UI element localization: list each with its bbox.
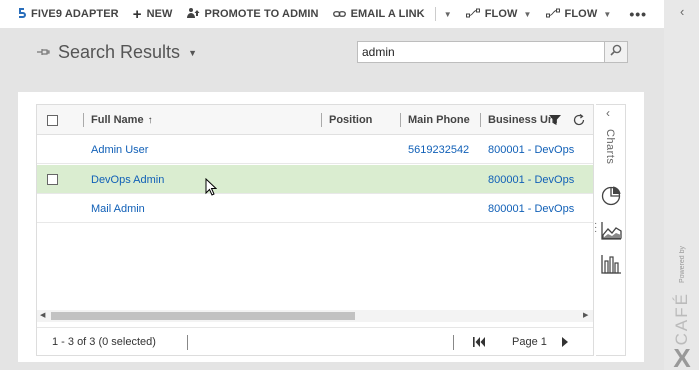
- sort-ascending-icon: ↑: [147, 114, 153, 126]
- search-button[interactable]: [605, 41, 628, 63]
- promote-to-admin-label: PROMOTE TO ADMIN: [204, 8, 319, 20]
- link-icon: [332, 7, 346, 21]
- business-unit-link[interactable]: 800001 - DevOps: [488, 203, 574, 215]
- column-position-label: Position: [329, 114, 373, 126]
- divider: [453, 335, 454, 350]
- pin-icon[interactable]: [36, 46, 50, 60]
- full-name-link[interactable]: Mail Admin: [91, 203, 145, 215]
- grid-header: Full Name ↑ Position Main Phone Business…: [37, 105, 593, 135]
- expand-charts-icon[interactable]: ‹: [606, 106, 610, 120]
- scrollbar-thumb[interactable]: [51, 312, 355, 320]
- new-label: NEW: [146, 8, 173, 20]
- cafe-x-logo: X: [673, 343, 691, 370]
- chevron-down-icon: ▼: [443, 9, 452, 19]
- column-main-phone[interactable]: Main Phone: [400, 105, 470, 135]
- flow-label-1: FLOW: [484, 8, 518, 20]
- new-button[interactable]: + NEW: [133, 0, 173, 28]
- right-margin: [644, 92, 664, 370]
- row-checkbox[interactable]: [47, 165, 58, 194]
- chevron-down-icon: ▼: [603, 9, 612, 19]
- plus-icon: +: [132, 5, 142, 23]
- table-row[interactable]: Mail Admin 800001 - DevOps: [37, 194, 593, 223]
- page-indicator: Page 1: [512, 336, 547, 348]
- five9-icon: [16, 7, 26, 22]
- table-row[interactable]: DevOps Admin 800001 - DevOps: [37, 165, 593, 194]
- chevron-down-icon: ▼: [523, 9, 532, 19]
- left-margin: [0, 28, 18, 370]
- cafe-logo-text: CAFÉ: [672, 292, 691, 346]
- column-full-name-label: Full Name: [91, 114, 144, 126]
- email-a-link-button[interactable]: EMAIL A LINK: [332, 0, 425, 28]
- command-bar: FIVE9 ADAPTER + NEW PROMOTE TO ADMIN EMA…: [0, 0, 664, 28]
- pie-chart-icon[interactable]: [600, 185, 622, 207]
- email-a-link-label: EMAIL A LINK: [350, 8, 425, 20]
- page-title-text: Search Results: [58, 42, 181, 62]
- column-business-unit-label: Business Uni: [488, 114, 558, 126]
- page-title[interactable]: Search Results ▼: [36, 42, 197, 63]
- five9-adapter-button[interactable]: FIVE9 ADAPTER: [16, 0, 119, 28]
- resize-grip-icon[interactable]: · · ·: [594, 219, 597, 237]
- charts-pane: ‹ Charts: [596, 104, 626, 356]
- flow-icon: [545, 7, 560, 21]
- search-input[interactable]: [357, 41, 605, 63]
- column-full-name[interactable]: Full Name ↑: [83, 105, 153, 135]
- first-page-button[interactable]: [473, 328, 485, 356]
- column-main-phone-label: Main Phone: [408, 114, 470, 126]
- search-icon: [610, 43, 622, 61]
- horizontal-scrollbar[interactable]: ◀ ▶: [37, 310, 593, 322]
- flow-button-2[interactable]: FLOW ▼: [545, 0, 612, 28]
- collapse-panel-icon[interactable]: ‹: [680, 4, 684, 19]
- select-all-checkbox[interactable]: [47, 105, 58, 135]
- promote-icon: [186, 7, 200, 22]
- table-row[interactable]: Admin User 5619232542 800001 - DevOps: [37, 135, 593, 164]
- filter-icon[interactable]: [549, 105, 561, 135]
- charts-label[interactable]: Charts: [604, 129, 616, 164]
- flow-label-2: FLOW: [564, 8, 598, 20]
- email-link-dropdown[interactable]: ▼: [434, 7, 452, 21]
- promote-to-admin-button[interactable]: PROMOTE TO ADMIN: [186, 0, 319, 28]
- full-name-link[interactable]: Admin User: [91, 144, 148, 156]
- scroll-left-icon[interactable]: ◀: [40, 310, 45, 322]
- full-name-link[interactable]: DevOps Admin: [91, 174, 164, 186]
- divider: [187, 335, 188, 350]
- column-position[interactable]: Position: [321, 105, 372, 135]
- powered-by-text: Powered by: [678, 246, 686, 284]
- powered-by-branding: Powered by CAFÉ X: [668, 245, 696, 370]
- bottom-margin: [18, 362, 664, 370]
- business-unit-link[interactable]: 800001 - DevOps: [488, 144, 574, 156]
- record-count: 1 - 3 of 3 (0 selected): [52, 336, 156, 348]
- results-grid: Full Name ↑ Position Main Phone Business…: [36, 104, 594, 356]
- mouse-cursor-icon: [205, 177, 218, 201]
- grid-footer: 1 - 3 of 3 (0 selected) Page 1: [37, 327, 593, 355]
- next-page-button[interactable]: [562, 328, 569, 356]
- business-unit-link[interactable]: 800001 - DevOps: [488, 174, 574, 186]
- scroll-right-icon[interactable]: ▶: [583, 310, 588, 322]
- side-panel: ‹ Powered by CAFÉ X: [664, 0, 699, 370]
- area-chart-icon[interactable]: [600, 219, 622, 241]
- flow-icon: [465, 7, 480, 21]
- flow-button-1[interactable]: FLOW ▼: [465, 0, 532, 28]
- main-phone-link[interactable]: 5619232542: [408, 144, 469, 156]
- chevron-down-icon[interactable]: ▼: [188, 48, 197, 58]
- more-commands-button[interactable]: •••: [629, 0, 647, 28]
- five9-adapter-label: FIVE9 ADAPTER: [31, 8, 119, 20]
- refresh-icon[interactable]: [572, 105, 586, 135]
- bar-chart-icon[interactable]: [600, 253, 622, 275]
- column-business-unit[interactable]: Business Uni: [480, 105, 558, 135]
